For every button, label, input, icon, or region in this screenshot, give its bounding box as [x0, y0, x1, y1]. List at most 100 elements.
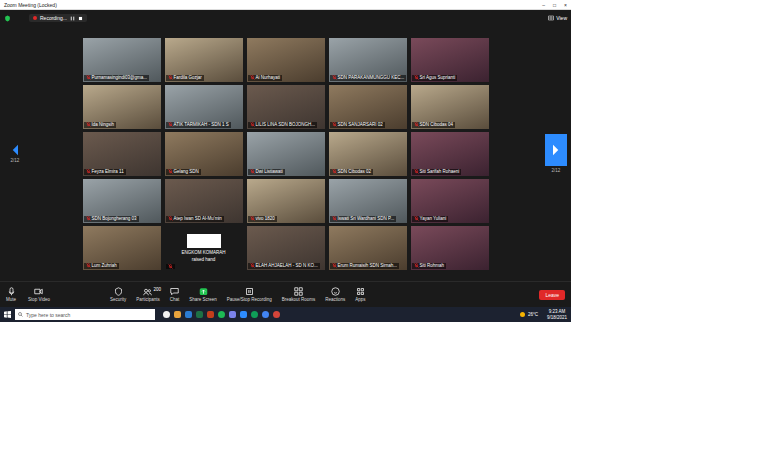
window-control[interactable]: ×	[564, 2, 567, 8]
name-label: SDN Cibodas 04	[412, 122, 456, 128]
name-label: SDN Cibodas 02	[330, 169, 374, 175]
participant-name: Atep Iwan SD Al-Mu'min	[174, 216, 222, 222]
participant-tile[interactable]: Siti Sarifah Rohaeni	[411, 132, 489, 176]
muted-mic-icon	[414, 75, 419, 80]
participant-tile[interactable]: ENGKOM KOMARAHraised hand	[165, 226, 243, 270]
stop-icon[interactable]	[78, 16, 83, 21]
participant-tile[interactable]: LILIS LINA SDN BOJONGH...	[247, 85, 325, 129]
participant-tile[interactable]: SDN Bojongherang 03	[83, 179, 161, 223]
participant-name: SDN SANJARSARI 02	[338, 122, 383, 128]
participant-tile[interactable]: ELAH AHJAELAH - SD N KO...	[247, 226, 325, 270]
toolbar-label: Apps	[355, 297, 365, 302]
toolbar-button[interactable]: Pause/Stop Recording	[227, 287, 272, 302]
icon-wrap	[294, 287, 303, 296]
app-icon[interactable]	[240, 311, 247, 318]
toolbar-label: Participants	[136, 297, 160, 302]
toolbar-label: Share Screen	[189, 297, 217, 302]
recording-label: Recording...	[40, 15, 67, 21]
shield-icon[interactable]	[4, 15, 11, 22]
toolbar-label: Security	[110, 297, 126, 302]
app-icon[interactable]	[174, 311, 181, 318]
participant-tile[interactable]: ATIK TARMIKAH - SDN 1 S	[165, 85, 243, 129]
meeting-toolbar: Mute Stop Video Security 200Participants Cha…	[0, 281, 571, 307]
toolbar-center: Security 200Participants Chat Share Screen P…	[110, 287, 366, 302]
participant-tile[interactable]: SDN Cibodas 02	[329, 132, 407, 176]
app-icon[interactable]	[262, 311, 269, 318]
participant-tile[interactable]: Fardila Gozjar	[165, 38, 243, 82]
participant-name: SDN Cibodas 04	[420, 122, 454, 128]
window-control[interactable]: –	[542, 2, 545, 8]
name-label: Atep Iwan SD Al-Mu'min	[166, 216, 224, 222]
muted-mic-icon	[414, 263, 419, 268]
toolbar-label: Chat	[170, 297, 180, 302]
toolbar-button[interactable]: Security	[110, 287, 126, 302]
grid-icon	[548, 15, 554, 21]
prev-page-button[interactable]: 2/12	[4, 144, 26, 163]
participant-name: Purnamasingindi03@gma...	[92, 75, 148, 81]
participant-name: SDN PARAKANMUNGGU KEC...	[338, 75, 405, 81]
participant-name: Gelang SDN	[174, 169, 199, 175]
participant-tile[interactable]: Atep Iwan SD Al-Mu'min	[165, 179, 243, 223]
participant-tile[interactable]: Feyza Elmira 11	[83, 132, 161, 176]
muted-mic-icon	[332, 263, 337, 268]
participant-tile[interactable]: Ai Nurhayati	[247, 38, 325, 82]
app-icon[interactable]	[229, 311, 236, 318]
toolbar-button[interactable]: Apps	[355, 287, 365, 302]
icon-wrap: 200	[143, 287, 152, 296]
app-icon[interactable]	[207, 311, 214, 318]
toolbar-label: Breakout Rooms	[282, 297, 316, 302]
app-icon[interactable]	[218, 311, 225, 318]
app-icon[interactable]	[273, 311, 280, 318]
name-label: Ida Ningsih	[84, 122, 117, 128]
page-indicator: 2/12	[11, 158, 20, 163]
muted-mic-icon	[86, 263, 91, 268]
windows-logo-icon[interactable]	[4, 311, 11, 318]
participant-tile[interactable]: Gelang SDN	[165, 132, 243, 176]
participant-tile[interactable]: Dwi Listiawati	[247, 132, 325, 176]
name-label: SDN SANJARSARI 02	[330, 122, 385, 128]
muted-mic-icon	[168, 264, 173, 269]
participant-tile[interactable]: Ida Ningsih	[83, 85, 161, 129]
muted-mic-icon	[250, 122, 255, 127]
toolbar-button[interactable]: 200Participants	[136, 287, 160, 302]
name-label: SDN PARAKANMUNGGU KEC...	[330, 75, 407, 81]
participant-tile[interactable]: SDN PARAKANMUNGGU KEC...	[329, 38, 407, 82]
app-icon[interactable]	[185, 311, 192, 318]
toolbar-button[interactable]: Share Screen	[189, 287, 217, 302]
reaction-icon	[331, 287, 340, 296]
participant-tile[interactable]: Yayan Yuliani	[411, 179, 489, 223]
participant-tile[interactable]: SDN Cibodas 04	[411, 85, 489, 129]
toolbar-button[interactable]: Breakout Rooms	[282, 287, 316, 302]
toolbar-button[interactable]: Reactions	[325, 287, 345, 302]
participant-tile[interactable]: Siti Rohmah	[411, 226, 489, 270]
pause-icon[interactable]	[70, 16, 75, 21]
participant-tile[interactable]: SDN SANJARSARI 02	[329, 85, 407, 129]
view-button[interactable]: View	[548, 15, 567, 21]
app-icon[interactable]	[163, 311, 170, 318]
leave-button[interactable]: Leave	[539, 290, 565, 300]
pause-icon	[245, 287, 254, 296]
icon-wrap	[170, 287, 179, 296]
windows-taskbar: Type here to search26°C9:23 AM9/18/2021	[0, 307, 571, 322]
next-page-button[interactable]: 2/12	[545, 134, 567, 173]
toolbar-button[interactable]: Mute	[6, 287, 16, 302]
participant-name: Siti Rohmah	[420, 263, 445, 269]
window-control[interactable]: □	[553, 2, 556, 8]
icon-wrap	[356, 287, 365, 296]
participant-tile[interactable]: Erum Rumaisih SDN Sirnah...	[329, 226, 407, 270]
toolbar-button[interactable]: Stop Video	[28, 287, 50, 302]
avatar-placeholder	[187, 234, 221, 248]
app-icon[interactable]	[196, 311, 203, 318]
name-label: Feyza Elmira 11	[84, 169, 126, 175]
participant-tile[interactable]: Iswati Sri Wardhani SDN P...	[329, 179, 407, 223]
clock[interactable]: 9:23 AM9/18/2021	[547, 309, 567, 320]
participant-tile[interactable]: Lum Zuhriah	[83, 226, 161, 270]
taskbar-search[interactable]: Type here to search	[15, 309, 155, 320]
participant-tile[interactable]: vivo 1820	[247, 179, 325, 223]
participant-tile[interactable]: Purnamasingindi03@gma...	[83, 38, 161, 82]
participant-tile[interactable]: Sri Agus Suprianti	[411, 38, 489, 82]
toolbar-button[interactable]: Chat	[170, 287, 180, 302]
participant-name: LILIS LINA SDN BOJONGH...	[256, 122, 316, 128]
page: Zoom Meeting (Locked)–□×Recording...View…	[0, 0, 768, 470]
app-icon[interactable]	[251, 311, 258, 318]
